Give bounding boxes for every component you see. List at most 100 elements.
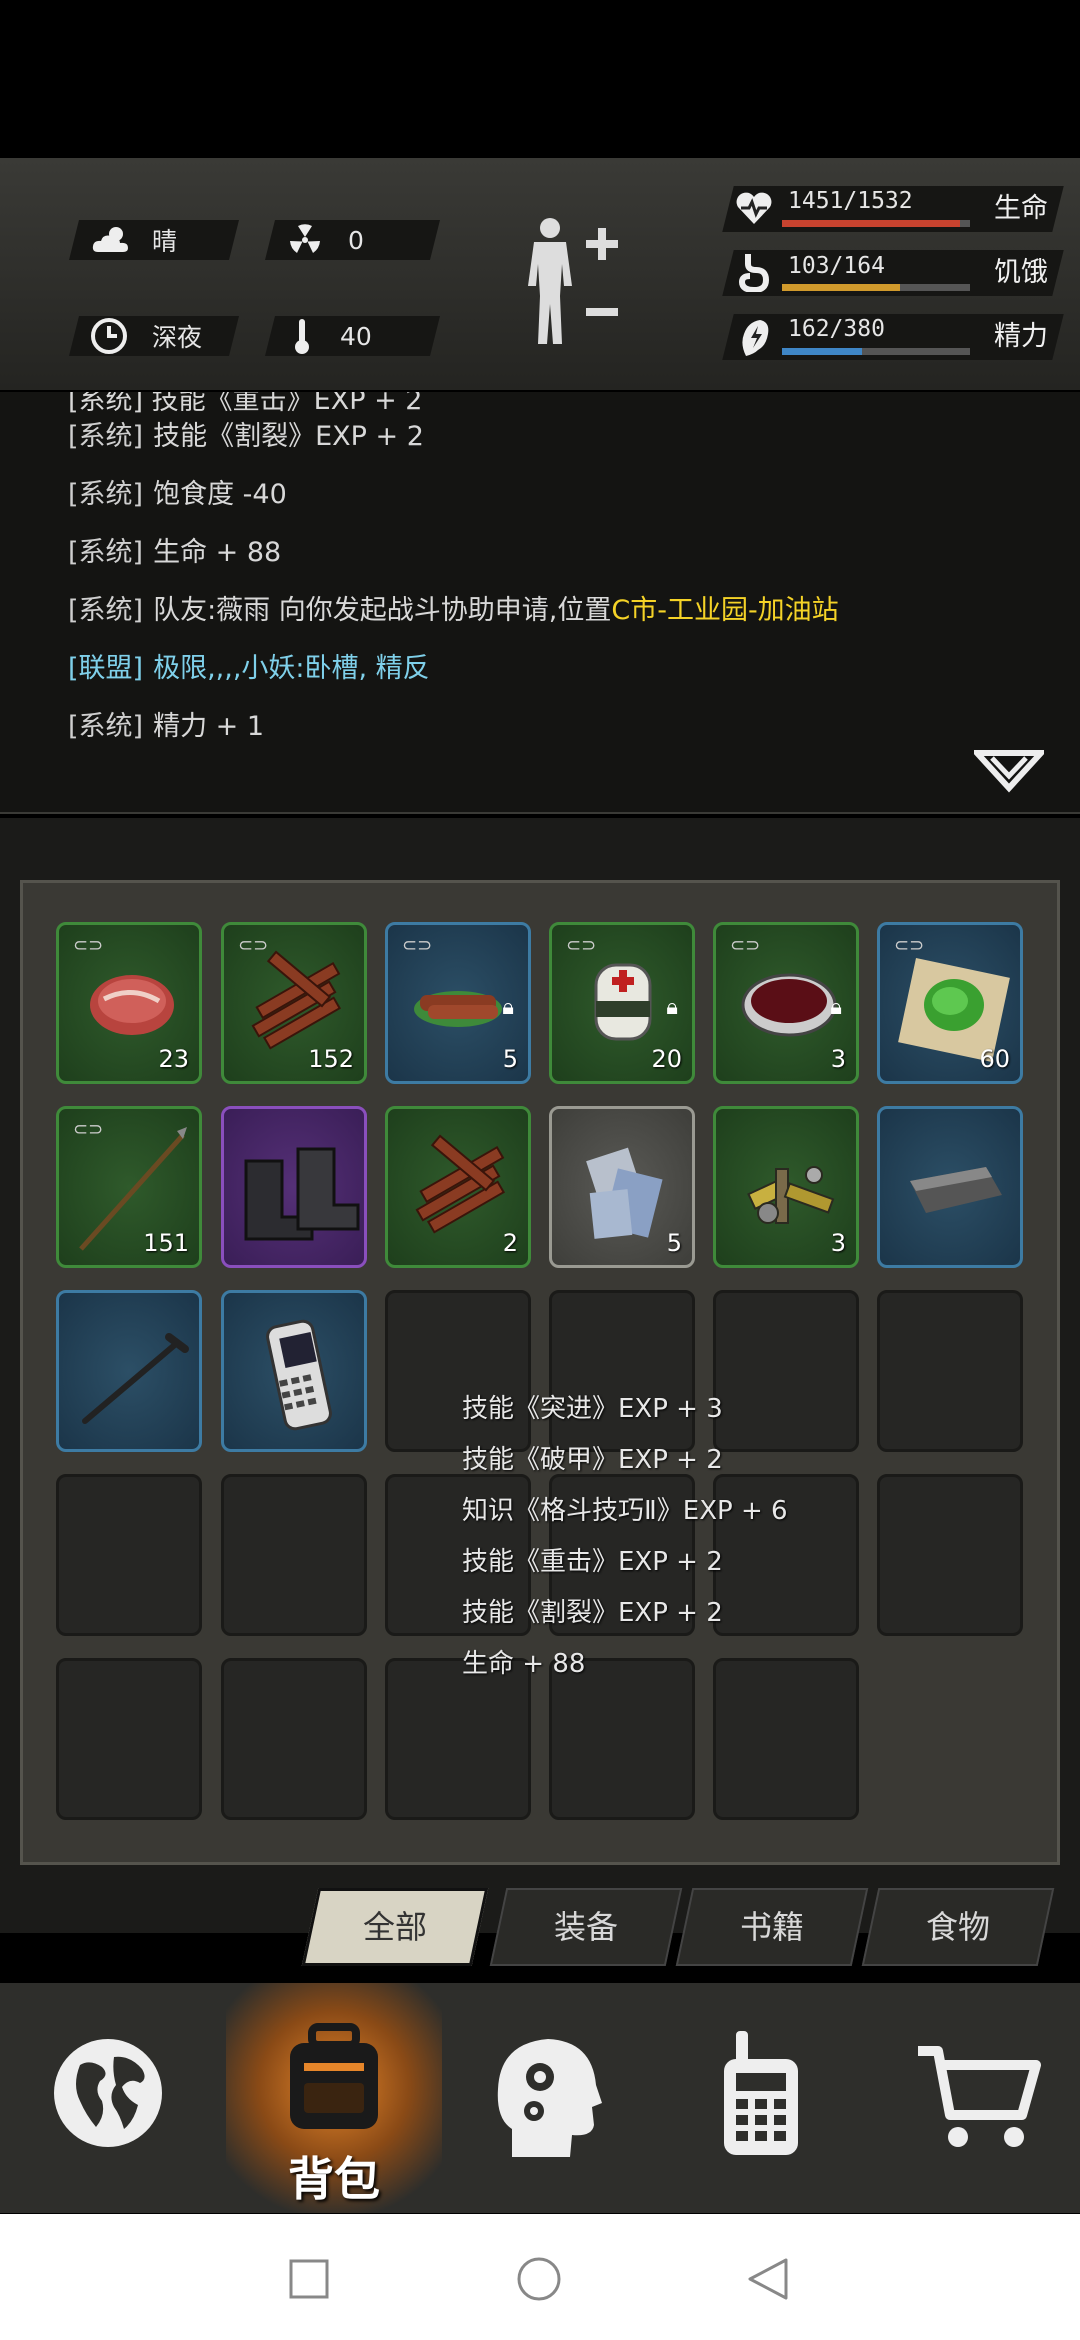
temperature-value: 40 — [340, 321, 372, 351]
stomach-icon — [738, 254, 770, 292]
map-button[interactable] — [0, 1983, 216, 2213]
item-count: 151 — [143, 1229, 189, 1257]
log-line: [系统] 饱食度 -40 — [68, 472, 287, 511]
chevron-down-icon[interactable] — [974, 750, 1044, 794]
inventory-slot-grilled-meat-with-greens[interactable]: ⊂⊃ 🔒︎ 5 — [385, 922, 531, 1084]
exp-popup-line: 技能《割裂》EXP + 2 — [462, 1598, 723, 1628]
back-icon[interactable] — [746, 2256, 790, 2302]
hunger-bar — [782, 284, 970, 291]
inventory-slot-wooden-spear[interactable]: ⊂⊃ 151 — [56, 1106, 202, 1268]
item-count: 60 — [979, 1045, 1010, 1073]
inventory-slot-herb-salad[interactable]: ⊂⊃ 60 — [877, 922, 1023, 1084]
log-line: [系统] 技能《割裂》EXP + 2 — [68, 414, 424, 453]
inventory-slot-iron-nail[interactable] — [56, 1290, 202, 1452]
log-tag: [系统] — [68, 711, 144, 742]
backpack-button[interactable]: 背包 — [226, 1983, 442, 2213]
health-bar — [782, 220, 970, 227]
inventory-slot-metal-ingot[interactable] — [877, 1106, 1023, 1268]
recent-apps-icon[interactable] — [288, 2258, 330, 2300]
bound-link-icon: ⊂⊃ — [566, 935, 597, 956]
combat-boots-icon — [244, 1147, 360, 1241]
exp-popup-line: 技能《破甲》EXP + 2 — [462, 1445, 723, 1475]
item-count: 3 — [830, 1045, 846, 1073]
backpack-label: 背包 — [288, 2152, 380, 2206]
weather-label: 晴 — [152, 227, 178, 256]
bound-link-icon: ⊂⊃ — [894, 935, 925, 956]
iron-nail-icon — [82, 1333, 189, 1424]
inventory-slot-dried-meat-strips[interactable]: 2 — [385, 1106, 531, 1268]
inventory-slot-scrap-parts[interactable]: 3 — [713, 1106, 859, 1268]
minus-icon — [586, 308, 618, 316]
inventory-slot-cloth-scraps[interactable]: 5 — [549, 1106, 695, 1268]
log-line: [系统] 生命 + 88 — [68, 530, 281, 569]
home-icon[interactable] — [516, 2256, 562, 2302]
lock-icon: 🔒︎ — [830, 995, 842, 1020]
temperature: 40 — [292, 316, 372, 356]
tab-label: 全部 — [362, 1908, 427, 1946]
lock-icon: 🔒︎ — [666, 995, 678, 1020]
status-panel: 晴 0 深夜 40 1451/1532 生命 103/164 饥饿 162/38… — [0, 158, 1080, 390]
exp-popup-line: 技能《重击》EXP + 2 — [462, 1547, 723, 1577]
bound-link-icon: ⊂⊃ — [238, 935, 269, 956]
log-message: 极限,,,,小妖:卧槽, 精反 — [153, 653, 430, 684]
log-line: [系统] 队友:薇雨 向你发起战斗协助申请,位置C市-工业园-加油站 — [68, 588, 839, 627]
system-nav-bar — [0, 2214, 1080, 2340]
inventory-slot-empty[interactable] — [56, 1474, 202, 1636]
inventory-slot-empty[interactable] — [221, 1658, 367, 1820]
item-count: 20 — [651, 1045, 682, 1073]
inventory-slot-raw-steak[interactable]: ⊂⊃ 23 — [56, 922, 202, 1084]
head-gears-icon — [497, 2039, 602, 2157]
tab-label: 装备 — [553, 1908, 618, 1946]
exp-popup-line: 知识《格斗技巧Ⅱ》EXP + 6 — [462, 1496, 788, 1526]
inventory-slot-medical-bandage[interactable]: ⊂⊃ 🔒︎ 20 — [549, 922, 695, 1084]
item-count: 152 — [308, 1045, 354, 1073]
item-count: 23 — [158, 1045, 189, 1073]
bound-link-icon: ⊂⊃ — [402, 935, 433, 956]
globe-icon — [54, 2039, 162, 2147]
radio-button[interactable] — [648, 1983, 864, 2213]
inventory-slot-dried-meat-strips[interactable]: ⊂⊃ 152 — [221, 922, 367, 1084]
tab-label: 食物 — [925, 1908, 990, 1946]
log-message: 技能《割裂》EXP + 2 — [153, 421, 424, 452]
log-message: 队友:薇雨 向你发起战斗协助申请,位置 — [153, 595, 612, 626]
backpack-icon — [290, 2023, 378, 2129]
inventory-slot-mobile-phone[interactable] — [221, 1290, 367, 1452]
inventory-slot-empty[interactable] — [713, 1290, 859, 1452]
log-tag: [系统] — [68, 595, 144, 626]
inventory-slot-bowl-of-soup[interactable]: ⊂⊃ 🔒︎ 3 — [713, 922, 859, 1084]
inventory-slot-empty[interactable] — [877, 1474, 1023, 1636]
exp-popup-line: 技能《突进》EXP + 3 — [462, 1394, 723, 1424]
radio-icon — [724, 2031, 798, 2155]
inventory-slot-empty[interactable] — [549, 1658, 695, 1820]
time-of-day: 深夜 — [90, 316, 202, 356]
time-label: 深夜 — [152, 323, 203, 352]
radiation-icon — [290, 224, 320, 253]
log-tag: [系统] — [68, 421, 144, 452]
log-message: 饱食度 -40 — [153, 479, 287, 510]
message-log[interactable]: [系统] 技能《重击》EXP + 2 [系统] 技能《割裂》EXP + 2 [系统]… — [0, 392, 1080, 814]
inventory-slot-empty[interactable] — [385, 1658, 531, 1820]
inventory-slot-empty[interactable] — [221, 1474, 367, 1636]
skills-button[interactable] — [432, 1983, 648, 2213]
heart-icon — [736, 192, 772, 224]
inventory-slot-empty[interactable] — [713, 1658, 859, 1820]
energy-icon — [742, 320, 769, 356]
log-tag: [系统] — [68, 537, 144, 568]
radiation: 0 — [288, 220, 364, 260]
item-count: 3 — [830, 1229, 846, 1257]
log-tag: [系统] — [68, 479, 144, 510]
inventory-slot-empty[interactable] — [549, 1290, 695, 1452]
body-status-button[interactable] — [520, 216, 630, 346]
metal-ingot-icon — [910, 1167, 1002, 1213]
log-location-link[interactable]: C市-工业园-加油站 — [611, 595, 838, 626]
cloud-sun-icon — [92, 227, 128, 252]
shop-button[interactable] — [864, 1983, 1080, 2213]
inventory-slot-empty[interactable] — [385, 1290, 531, 1452]
inventory-slot-combat-boots[interactable] — [221, 1106, 367, 1268]
log-tag: [联盟] — [68, 653, 144, 684]
plus-icon — [586, 228, 618, 260]
item-count: 5 — [666, 1229, 682, 1257]
item-count: 5 — [502, 1045, 518, 1073]
inventory-slot-empty[interactable] — [877, 1290, 1023, 1452]
inventory-slot-empty[interactable] — [56, 1658, 202, 1820]
